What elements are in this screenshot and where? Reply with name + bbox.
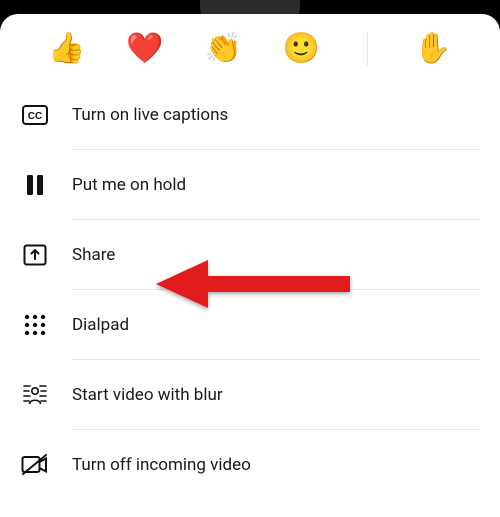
menu-label: Start video with blur xyxy=(72,385,223,405)
share-icon xyxy=(20,240,50,270)
svg-text:CC: CC xyxy=(28,111,42,122)
pause-icon xyxy=(20,170,50,200)
reaction-like[interactable]: 👍 xyxy=(48,34,85,64)
menu-item-captions[interactable]: CC Turn on live captions xyxy=(20,80,480,150)
captions-icon: CC xyxy=(20,100,50,130)
video-off-icon xyxy=(20,450,50,480)
menu-list: CC Turn on live captions Put me on hold xyxy=(0,80,500,500)
menu-label: Turn off incoming video xyxy=(72,455,251,475)
menu-label: Turn on live captions xyxy=(72,105,228,125)
dialpad-icon xyxy=(20,310,50,340)
reaction-heart[interactable]: ❤️ xyxy=(126,34,163,64)
menu-label: Share xyxy=(72,245,115,265)
reaction-laugh[interactable]: 🙂 xyxy=(282,34,319,64)
menu-item-hold[interactable]: Put me on hold xyxy=(20,150,480,220)
menu-item-incoming-off[interactable]: Turn off incoming video xyxy=(20,430,480,500)
blur-icon xyxy=(20,380,50,410)
reaction-applause[interactable]: 👏 xyxy=(204,34,241,64)
action-sheet: 👍 ❤️ 👏 🙂 ✋ CC Turn on live captions xyxy=(0,14,500,517)
menu-label: Put me on hold xyxy=(72,175,186,195)
reaction-divider xyxy=(367,32,368,66)
reaction-raise-hand[interactable]: ✋ xyxy=(414,34,451,64)
reaction-bar: 👍 ❤️ 👏 🙂 ✋ xyxy=(0,14,500,80)
menu-item-blur[interactable]: Start video with blur xyxy=(20,360,480,430)
menu-item-share[interactable]: Share xyxy=(20,220,480,290)
menu-item-dialpad[interactable]: Dialpad xyxy=(20,290,480,360)
menu-label: Dialpad xyxy=(72,315,129,335)
